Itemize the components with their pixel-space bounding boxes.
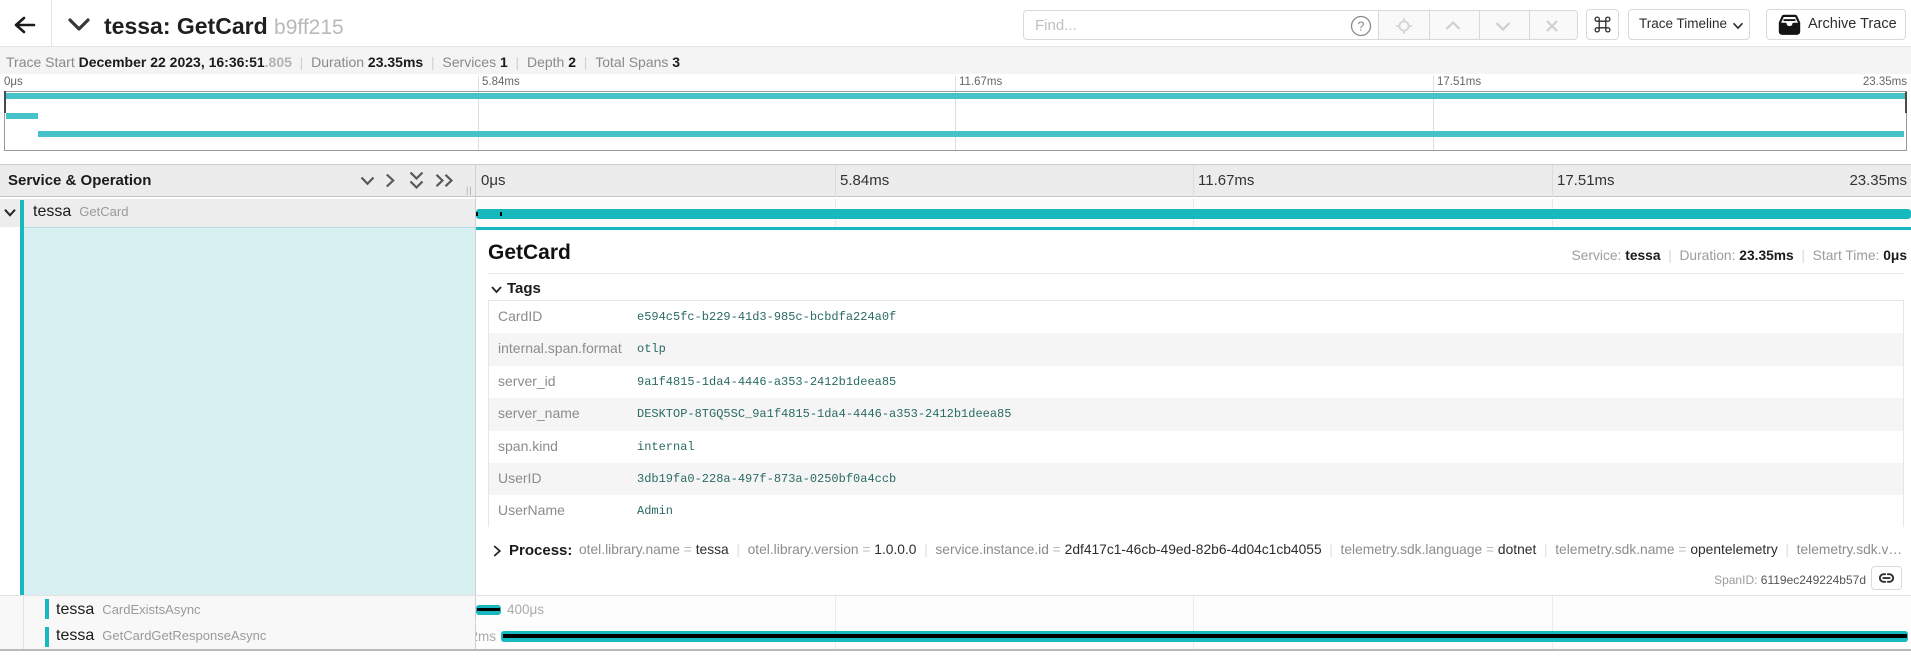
svg-text:?: ? [1358,20,1365,34]
